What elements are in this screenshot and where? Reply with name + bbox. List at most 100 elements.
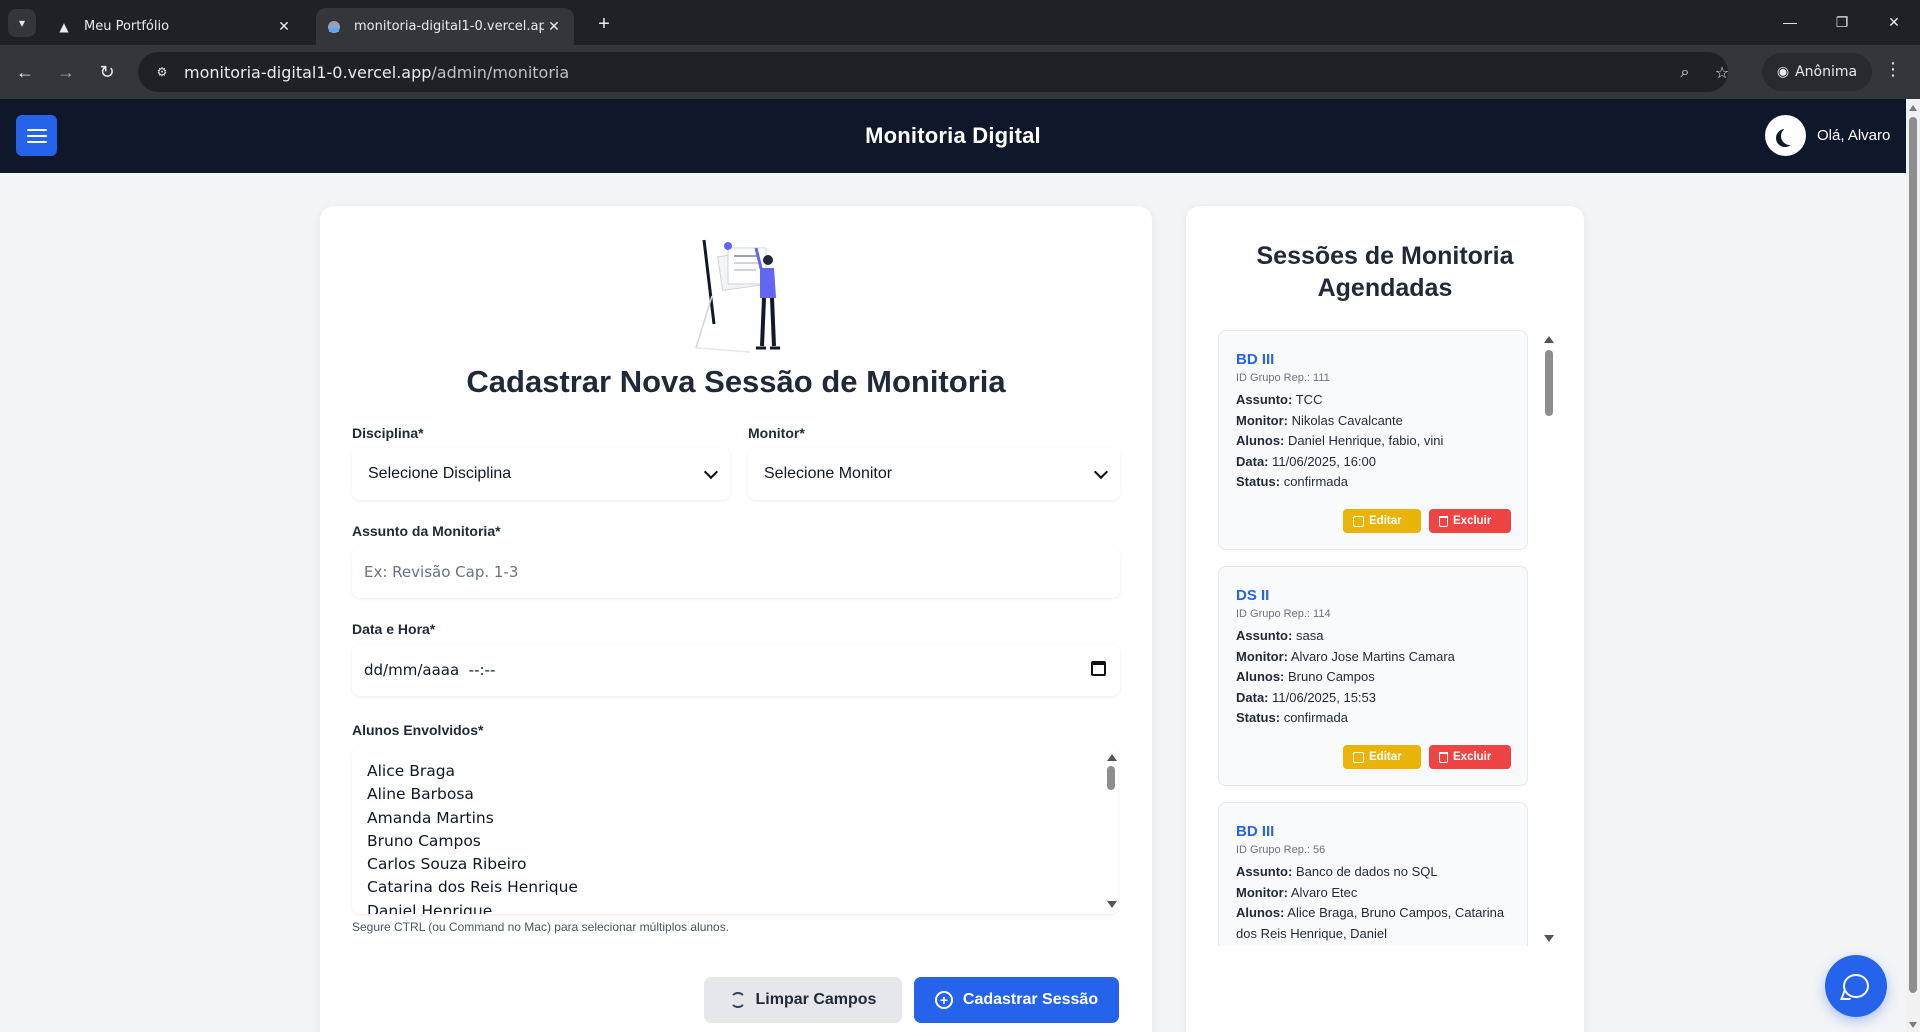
alunos-multiselect[interactable]: Alice Braga Aline Barbosa Amanda Martins Br…: [352, 746, 1118, 914]
aluno-option[interactable]: Carlos Souza Ribeiro: [367, 853, 1118, 876]
session-card: BD III ID Grupo Rep.: 111 Assunto: TCC Moni…: [1218, 330, 1528, 550]
trash-icon: [1439, 515, 1448, 527]
session-group-id: ID Grupo Rep.: 56: [1236, 844, 1326, 856]
session-assunto: Assunto: sasa: [1236, 628, 1324, 643]
new-tab-button[interactable]: +: [590, 10, 618, 38]
scheduled-sessions-panel: Sessões de Monitoria Agendadas BD III ID …: [1186, 206, 1584, 1032]
browser-toolbar: ← → ↻ ⚙ monitoria-digital1-0.vercel.app/…: [0, 45, 1920, 99]
theme-toggle-button[interactable]: [1765, 115, 1806, 156]
sessions-scrollbar[interactable]: [1542, 330, 1556, 946]
session-assunto: Assunto: TCC: [1236, 392, 1323, 407]
forward-icon[interactable]: →: [52, 58, 80, 86]
disciplina-value: Selecione Disciplina: [368, 465, 512, 482]
tab-search-button[interactable]: ▾: [8, 9, 36, 37]
address-bar[interactable]: ⚙ monitoria-digital1-0.vercel.app/admin/…: [138, 52, 1729, 92]
site-info-icon[interactable]: ⚙: [152, 62, 172, 82]
session-group-id: ID Grupo Rep.: 111: [1236, 372, 1330, 384]
app-header: Monitoria Digital Olá, Alvaro: [0, 99, 1906, 173]
tab-monitoria[interactable]: monitoria-digital1-0.vercel.app/ad ✕: [316, 8, 574, 45]
delete-session-button[interactable]: Excluir: [1429, 745, 1511, 769]
incognito-icon: ◉: [1776, 64, 1790, 80]
triangle-logo-icon: ▲: [59, 19, 69, 34]
monitor-label: Monitor*: [748, 425, 805, 441]
monitor-select[interactable]: Selecione Monitor: [748, 448, 1120, 500]
page-scrollbar[interactable]: [1906, 99, 1920, 1032]
calendar-icon[interactable]: [1091, 661, 1106, 676]
tab-title: Meu Portfólio: [84, 19, 170, 34]
aluno-option[interactable]: Alice Braga: [367, 760, 1118, 783]
alunos-scrollbar[interactable]: [1104, 746, 1118, 914]
form-title: Cadastrar Nova Sessão de Monitoria: [466, 364, 1006, 399]
session-card: DS II ID Grupo Rep.: 114 Assunto: sasa Moni…: [1218, 566, 1528, 786]
session-status: Status: confirmada: [1236, 474, 1348, 490]
session-card: BD III ID Grupo Rep.: 56 Assunto: Banco de…: [1218, 802, 1528, 946]
trash-icon: [1439, 751, 1448, 763]
minimize-icon[interactable]: —: [1772, 8, 1808, 36]
delete-session-button[interactable]: Excluir: [1429, 509, 1511, 533]
submit-session-button[interactable]: + Cadastrar Sessão: [914, 977, 1119, 1023]
sessions-title: Sessões de Monitoria Agendadas: [1256, 242, 1514, 302]
alunos-label: Alunos Envolvidos*: [352, 722, 484, 738]
edit-session-button[interactable]: Editar: [1343, 745, 1421, 769]
multiselect-hint: Segure CTRL (ou Command no Mac) para sel…: [352, 920, 730, 934]
zoom-icon[interactable]: ⌕: [1674, 62, 1696, 84]
session-data: Data: 11/06/2025, 15:53: [1236, 689, 1376, 705]
restore-icon[interactable]: ❐: [1824, 8, 1860, 36]
session-monitor: Monitor: Alvaro Jose Martins Camara: [1236, 648, 1455, 664]
aluno-option[interactable]: Bruno Campos: [367, 830, 1118, 853]
close-tab-icon[interactable]: ✕: [544, 19, 564, 35]
tab-title: monitoria-digital1-0.vercel.app/ad: [354, 19, 544, 34]
edit-icon: [1353, 751, 1364, 763]
session-discipline: BD III: [1236, 351, 1275, 368]
session-alunos: Alunos: Daniel Henrique, fabio, vini: [1236, 433, 1444, 449]
refresh-icon: [729, 992, 746, 1008]
session-assunto: Assunto: Banco de dados no SQL: [1236, 864, 1438, 879]
close-tab-icon[interactable]: ✕: [274, 19, 294, 35]
chat-bubble-icon: [1843, 974, 1869, 998]
close-window-icon[interactable]: ✕: [1876, 8, 1912, 36]
session-status: Status: confirmada: [1236, 710, 1348, 726]
data-hora-input[interactable]: dd/mm/aaaa --:--: [352, 644, 1120, 696]
assunto-input[interactable]: Ex: Revisão Cap. 1-3: [352, 546, 1120, 598]
browser-menu-icon[interactable]: ⋮: [1884, 59, 1902, 80]
tab-meu-portfolio[interactable]: ▲ Meu Portfólio ✕: [46, 8, 304, 45]
user-greeting: Olá, Alvaro: [1817, 127, 1891, 144]
disciplina-select[interactable]: Selecione Disciplina: [352, 448, 730, 500]
site-favicon-icon: [326, 19, 342, 35]
session-discipline: BD III: [1236, 823, 1275, 840]
aluno-option[interactable]: Amanda Martins: [367, 807, 1118, 830]
assunto-label: Assunto da Monitoria*: [352, 523, 501, 539]
session-data: Data: 11/06/2025, 16:00: [1236, 453, 1376, 469]
chevron-down-icon: [703, 464, 719, 480]
bookmark-star-icon[interactable]: ☆: [1711, 62, 1733, 84]
sessions-list[interactable]: BD III ID Grupo Rep.: 111 Assunto: TCC Moni…: [1218, 330, 1550, 946]
data-hora-label: Data e Hora*: [352, 621, 436, 637]
session-discipline: DS II: [1236, 587, 1270, 604]
back-icon[interactable]: ←: [11, 58, 39, 86]
aluno-option[interactable]: Daniel Henrique: [367, 900, 1118, 914]
session-group-id: ID Grupo Rep.: 114: [1236, 608, 1331, 620]
clear-fields-button[interactable]: Limpar Campos: [704, 977, 902, 1023]
browser-tab-bar: ▾ ▲ Meu Portfólio ✕ monitoria-digital1-0…: [0, 0, 1920, 45]
reload-icon[interactable]: ↻: [93, 58, 121, 86]
data-hora-value: dd/mm/aaaa --:--: [364, 661, 496, 679]
app-title: Monitoria Digital: [865, 123, 1041, 148]
plus-circle-icon: +: [934, 991, 953, 1009]
aluno-option[interactable]: Aline Barbosa: [367, 783, 1118, 806]
url-text: monitoria-digital1-0.vercel.app/admin/mo…: [184, 62, 570, 82]
edit-icon: [1353, 515, 1364, 527]
illustration-image: [695, 239, 780, 353]
monitor-value: Selecione Monitor: [764, 465, 893, 482]
session-monitor: Monitor: Alvaro Etec: [1236, 884, 1358, 900]
chat-button[interactable]: [1825, 955, 1887, 1017]
moon-icon: [1781, 127, 1799, 145]
edit-session-button[interactable]: Editar: [1343, 509, 1421, 533]
disciplina-label: Disciplina*: [352, 425, 424, 441]
assunto-placeholder: Ex: Revisão Cap. 1-3: [364, 563, 519, 581]
session-alunos: Alunos: Bruno Campos: [1236, 669, 1375, 685]
aluno-option[interactable]: Catarina dos Reis Henrique: [367, 876, 1118, 899]
session-alunos: Alunos: Alice Braga, Bruno Campos, Catar…: [1236, 905, 1505, 941]
new-session-form: Cadastrar Nova Sessão de Monitoria Disci…: [320, 206, 1152, 1032]
incognito-badge[interactable]: ◉ Anônima: [1762, 53, 1872, 91]
session-monitor: Monitor: Nikolas Cavalcante: [1236, 412, 1403, 428]
